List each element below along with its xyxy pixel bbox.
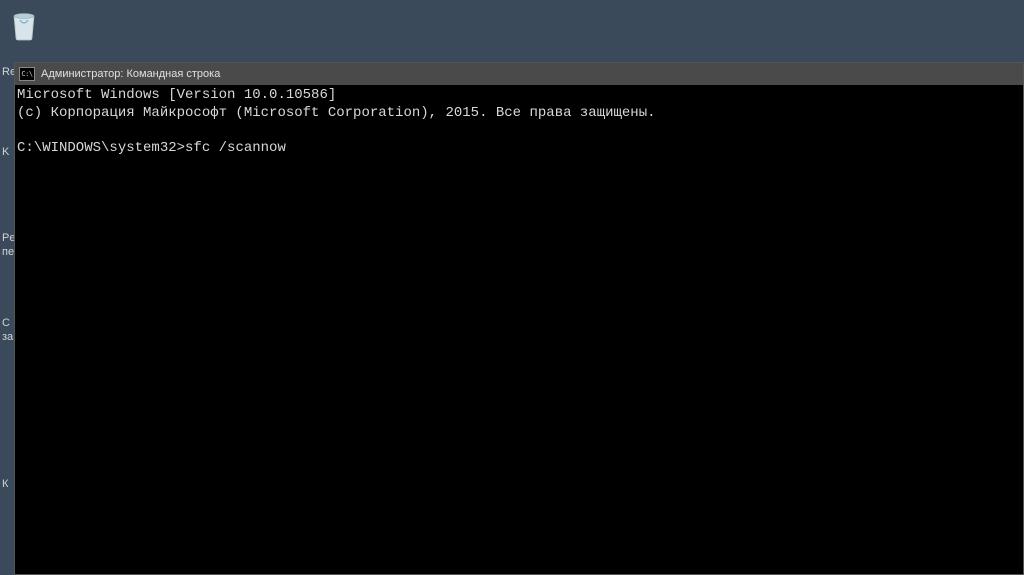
terminal-line: Microsoft Windows [Version 10.0.10586]: [17, 87, 336, 103]
background-text-fragment: С: [2, 317, 10, 330]
background-text-fragment: пе: [2, 246, 14, 259]
terminal-prompt: C:\WINDOWS\system32>: [17, 140, 185, 156]
window-title: Администратор: Командная строка: [41, 68, 220, 80]
terminal-line: (c) Корпорация Майкрософт (Microsoft Cor…: [17, 105, 656, 121]
titlebar[interactable]: C:\ Администратор: Командная строка: [15, 63, 1023, 85]
background-text-fragment: K: [2, 146, 9, 159]
terminal-output[interactable]: Microsoft Windows [Version 10.0.10586] (…: [15, 85, 1023, 574]
command-prompt-window[interactable]: C:\ Администратор: Командная строка Micr…: [14, 62, 1024, 575]
desktop[interactable]: Re K Pe пе С за К C:\ Администратор: Ком…: [0, 0, 1024, 575]
background-text-fragment: К: [2, 478, 8, 491]
recycle-bin-icon[interactable]: [4, 4, 44, 44]
command-prompt-icon: C:\: [19, 67, 35, 81]
background-text-fragment: за: [2, 331, 13, 344]
terminal-command: sfc /scannow: [185, 140, 286, 156]
